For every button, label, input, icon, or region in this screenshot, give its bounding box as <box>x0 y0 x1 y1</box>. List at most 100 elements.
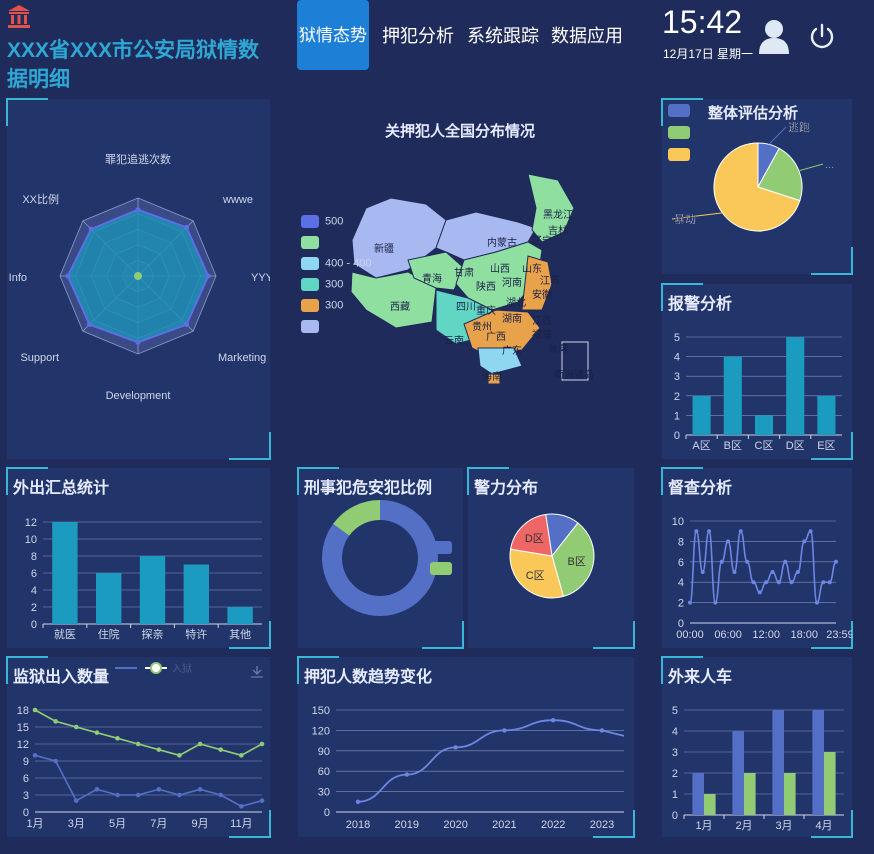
radar-indicator-label: Info <box>9 272 27 284</box>
map-region-label: 安徽 <box>532 288 552 301</box>
map-legend-item[interactable]: 500 <box>301 215 343 231</box>
prison-point <box>259 798 265 803</box>
clock-time: 15:42 <box>662 4 743 40</box>
visitors-bar-chart: 0 1 2 3 4 5 1月 2月 3月 4月 <box>672 705 844 832</box>
inspect-point <box>738 529 743 534</box>
trend-series-line <box>357 719 625 803</box>
trend-point <box>551 718 556 723</box>
alarm-bar <box>817 395 836 435</box>
prison-xtick: 1月 <box>26 818 43 830</box>
inspect-point <box>808 529 813 534</box>
radar-indicator-label: Development <box>106 390 171 402</box>
prison-point <box>177 792 182 798</box>
radar-point <box>86 322 92 328</box>
inspect-xtick: 12:00 <box>752 629 780 641</box>
criminal-donut-chart <box>322 500 452 616</box>
inspect-series-line <box>689 530 837 604</box>
map-region-label: 青海 <box>422 272 442 285</box>
trend-ytick: 150 <box>312 705 330 717</box>
map-legend-label: 300 <box>325 278 344 291</box>
map-region-label: 重庆 <box>476 304 496 317</box>
inspect-point <box>713 600 718 605</box>
trend-ytick: 120 <box>312 725 330 737</box>
map-region-label: 河南 <box>502 276 522 289</box>
map-legend-item[interactable]: 300 <box>301 299 343 315</box>
user-icon[interactable] <box>757 18 791 54</box>
power-icon[interactable] <box>808 22 836 50</box>
outing-ytick: 6 <box>31 568 37 580</box>
visitors-panel: 外来人车 0 1 2 3 4 5 1月 2月 3月 4月 <box>661 656 853 838</box>
inspect-point <box>821 580 826 585</box>
visitors-xtick: 2月 <box>735 820 752 832</box>
map-region-label: 内蒙古 <box>487 236 517 249</box>
prison-ytick: 3 <box>23 790 29 802</box>
trend-point <box>355 799 361 804</box>
prison-ytick: 6 <box>23 773 29 785</box>
radar-point <box>184 224 190 230</box>
radar-point <box>135 207 141 213</box>
prison-point <box>115 792 120 798</box>
alarm-bar <box>723 356 742 435</box>
prison-point <box>239 804 244 809</box>
inspect-ytick: 8 <box>678 536 684 548</box>
tab-prison-situation[interactable]: 狱情态势 <box>297 0 369 70</box>
outing-xtick: 住院 <box>98 627 120 641</box>
criminal-legend-swatch <box>430 562 452 575</box>
inspect-point <box>726 539 731 544</box>
outing-bar <box>95 573 122 624</box>
map-legend-swatch <box>301 215 319 228</box>
map-legend-item[interactable]: 400 - 400 <box>301 257 371 273</box>
overall-slice-label: 暴动 <box>674 213 696 226</box>
inspect-point <box>700 570 705 574</box>
prison-point <box>53 719 58 724</box>
police-slice-label: C区 <box>526 570 545 582</box>
tab-inmate-analysis[interactable]: 押犯分析 <box>379 0 457 70</box>
criminal-legend-swatch <box>430 541 452 554</box>
map-region-label: 甘肃 <box>454 266 474 279</box>
inspect-point <box>719 559 724 564</box>
prison-legend-label: 入狱 <box>172 663 192 675</box>
radar-point <box>65 273 71 279</box>
alarm-xtick: C区 <box>755 440 774 452</box>
map-legend-swatch <box>301 257 319 270</box>
radar-point <box>135 339 141 345</box>
outing-panel: 外出汇总统计 0 2 4 6 8 10 12 就医 住院 探亲 特许 其他 <box>6 467 271 649</box>
alarm-ytick: 2 <box>674 391 680 403</box>
tab-system-tracking[interactable]: 系统跟踪 <box>464 0 542 70</box>
outing-bar <box>52 522 78 624</box>
map-legend-swatch <box>301 320 319 333</box>
visitors-bar <box>744 773 756 815</box>
prison-point <box>115 736 120 741</box>
outing-bar <box>227 607 253 624</box>
trend-xtick: 2021 <box>492 819 516 831</box>
prison-point <box>218 747 224 752</box>
radar-chart: 罪犯追逃次数 wwwe YYY Marketing Development Support… <box>9 152 270 402</box>
prison-ytick: 15 <box>17 722 29 734</box>
outing-ytick: 2 <box>31 602 37 614</box>
visitors-ytick: 0 <box>672 810 678 822</box>
map-region-label: 湖北 <box>506 297 526 309</box>
prison-xtick: 7月 <box>150 818 167 830</box>
map-legend-swatch <box>301 278 319 291</box>
map-legend-item[interactable]: 300 <box>301 278 343 294</box>
map-legend-label: 400 - 400 <box>325 257 372 270</box>
trend-xtick: 2020 <box>443 819 467 831</box>
radar-indicator-label: wwwe <box>222 194 253 206</box>
map-legend-item[interactable] <box>301 320 325 336</box>
overall-panel: 整体评估分析 逃跑... 暴动 <box>661 98 853 275</box>
tab-data-application[interactable]: 数据应用 <box>548 0 626 70</box>
map-region-label: 江苏 <box>540 274 560 287</box>
radar-center <box>134 272 142 280</box>
police-panel: 警力分布 B区 C区 D区 <box>467 467 635 649</box>
map-legend-item[interactable] <box>301 236 325 252</box>
map-title: 关押犯人全国分布情况 <box>385 123 536 140</box>
trend-xtick: 2018 <box>346 819 370 831</box>
outing-bar-chart: 0 2 4 6 8 10 12 就医 住院 探亲 特许 其他 <box>25 517 262 641</box>
map-region-label: 海南 <box>482 370 502 383</box>
inspect-point <box>745 559 750 564</box>
alarm-ytick: 1 <box>674 410 680 422</box>
trend-ytick: 60 <box>318 766 330 778</box>
inspect-xtick: 23:59 <box>826 629 852 641</box>
map-region-label: 台湾 <box>548 342 568 355</box>
prison-series-line <box>34 754 263 808</box>
